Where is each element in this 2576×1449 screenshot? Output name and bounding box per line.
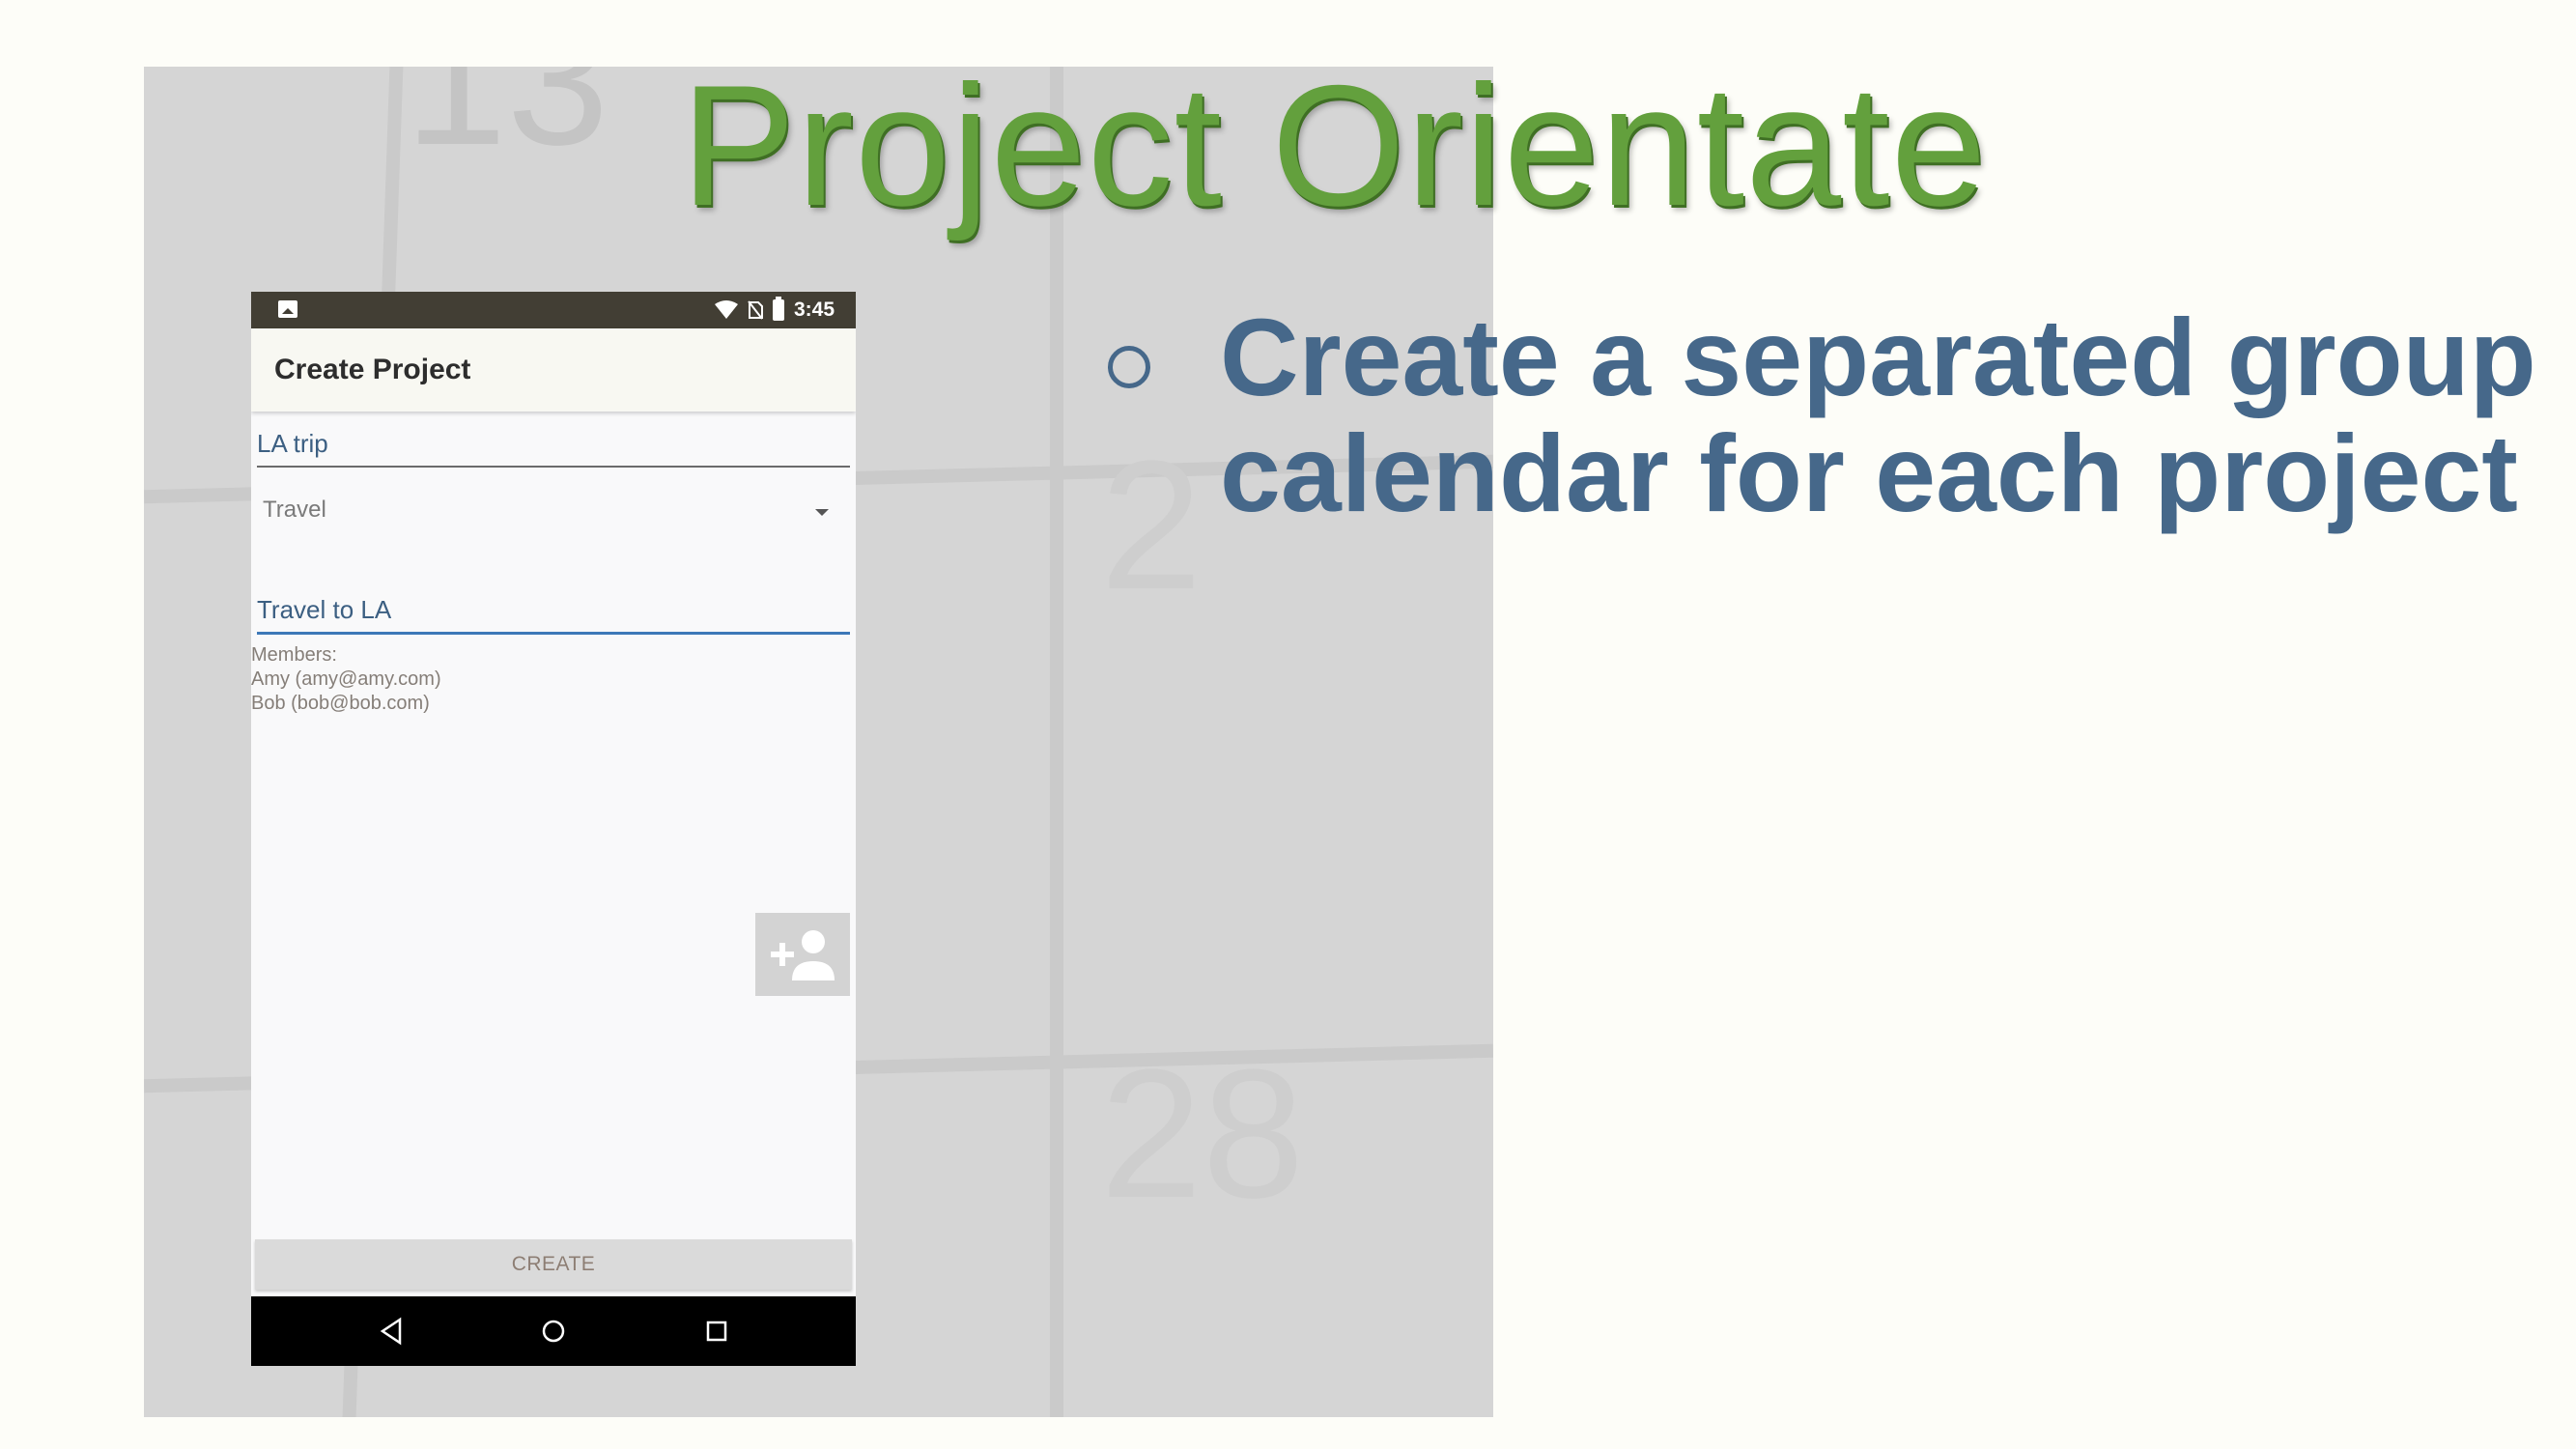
no-sim-icon [748,300,763,320]
status-icons: 3:45 [714,297,835,323]
calendar-number: 2 [1100,423,1203,628]
member-item: Bob (bob@bob.com) [251,693,430,714]
project-name-value: LA trip [257,429,328,458]
category-value: Travel [263,497,326,523]
dropdown-arrow-icon [815,509,829,516]
members-label: Members: [251,644,337,666]
navigation-bar [251,1296,856,1366]
recents-icon[interactable] [699,1314,734,1349]
phone-screen: 3:45 Create Project LA trip Travel Trave… [251,292,856,1366]
slide-title: Project Orientate [681,49,1988,242]
members-list: Members: Amy (amy@amy.com) Bob (bob@bob.… [251,643,441,716]
member-item: Amy (amy@amy.com) [251,668,441,690]
bullet-text: Create a separated group calendar for ea… [1220,297,2536,534]
app-bar-title: Create Project [274,354,471,385]
app-bar: Create Project [251,328,856,412]
wifi-icon [714,300,738,319]
calendar-number: 28 [1100,1032,1305,1236]
add-member-button[interactable] [755,913,850,996]
status-bar: 3:45 [251,292,856,328]
bullet-circle-icon [1108,346,1150,388]
home-icon[interactable] [536,1314,571,1349]
project-description-field[interactable]: Travel to LA [257,593,850,635]
calendar-gridline [1050,67,1063,1417]
add-person-icon [771,930,835,980]
status-time: 3:45 [793,298,835,321]
category-dropdown[interactable]: Travel [263,495,842,533]
battery-icon [772,297,784,321]
create-button[interactable]: CREATE [255,1239,852,1290]
project-name-field[interactable]: LA trip [257,427,850,468]
gallery-icon [278,300,297,318]
calendar-number: 13 [405,67,609,184]
back-icon[interactable] [375,1314,410,1349]
project-description-value: Travel to LA [257,595,392,624]
